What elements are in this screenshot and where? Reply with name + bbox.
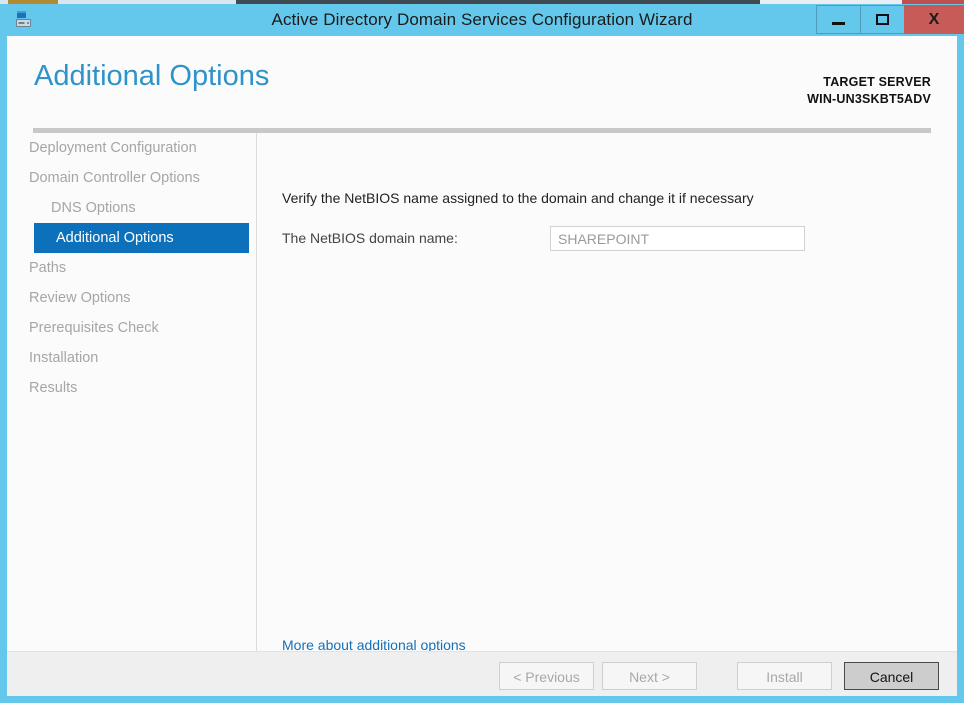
page-title: Additional Options — [34, 60, 270, 92]
footer-button-bar: < Previous Next > Install Cancel — [7, 651, 957, 696]
window-controls: X — [816, 5, 964, 34]
maximize-icon — [876, 14, 889, 25]
sidebar-item-label: Prerequisites Check — [29, 320, 159, 336]
page-header: Additional Options TARGET SERVER WIN-UN3… — [7, 36, 957, 128]
close-button[interactable]: X — [904, 5, 964, 34]
install-button[interactable]: Install — [737, 662, 832, 690]
target-server-block: TARGET SERVER WIN-UN3SKBT5ADV — [807, 74, 931, 108]
close-icon: X — [928, 10, 940, 28]
sidebar-item-paths[interactable]: Paths — [7, 253, 249, 283]
instruction-text: Verify the NetBIOS name assigned to the … — [282, 190, 754, 206]
sidebar-item-label: Review Options — [29, 290, 131, 306]
sidebar-item-label: Domain Controller Options — [29, 170, 200, 186]
action-button-group: Install Cancel — [737, 662, 939, 690]
minimize-button[interactable] — [816, 5, 861, 34]
sidebar-item-installation[interactable]: Installation — [7, 343, 249, 373]
title-bar[interactable]: Active Directory Domain Services Configu… — [0, 4, 964, 36]
navigation-button-group: < Previous Next > — [499, 662, 697, 690]
target-server-label: TARGET SERVER — [823, 75, 931, 89]
sidebar-item-label: Installation — [29, 350, 99, 366]
sidebar-item-additional-options[interactable]: Additional Options — [34, 223, 249, 253]
netbios-field-row: The NetBIOS domain name: — [282, 226, 827, 252]
sidebar-item-dns-options[interactable]: DNS Options — [7, 193, 249, 223]
sidebar-item-label: DNS Options — [51, 200, 136, 216]
sidebar-item-results[interactable]: Results — [7, 373, 249, 403]
minimize-icon — [832, 21, 845, 25]
wizard-window: Active Directory Domain Services Configu… — [0, 4, 964, 703]
sidebar-item-deployment-configuration[interactable]: Deployment Configuration — [7, 133, 249, 163]
cancel-button[interactable]: Cancel — [844, 662, 939, 690]
sidebar-item-label: Results — [29, 380, 78, 396]
wizard-step-list: Deployment Configuration Domain Controll… — [7, 133, 249, 651]
sidebar-item-prerequisites-check[interactable]: Prerequisites Check — [7, 313, 249, 343]
sidebar-item-label: Additional Options — [56, 230, 174, 246]
wizard-body: Deployment Configuration Domain Controll… — [7, 133, 957, 653]
content-pane: Verify the NetBIOS name assigned to the … — [257, 133, 957, 653]
sidebar-item-review-options[interactable]: Review Options — [7, 283, 249, 313]
netbios-domain-name-input[interactable] — [550, 226, 805, 251]
sidebar-item-label: Deployment Configuration — [29, 140, 197, 156]
maximize-button[interactable] — [860, 5, 905, 34]
wizard-client-area: Additional Options TARGET SERVER WIN-UN3… — [7, 36, 957, 696]
target-server-name: WIN-UN3SKBT5ADV — [807, 92, 931, 106]
netbios-domain-name-label: The NetBIOS domain name: — [282, 230, 458, 246]
sidebar-item-domain-controller-options[interactable]: Domain Controller Options — [7, 163, 249, 193]
sidebar-item-label: Paths — [29, 260, 67, 276]
previous-button[interactable]: < Previous — [499, 662, 594, 690]
next-button[interactable]: Next > — [602, 662, 697, 690]
